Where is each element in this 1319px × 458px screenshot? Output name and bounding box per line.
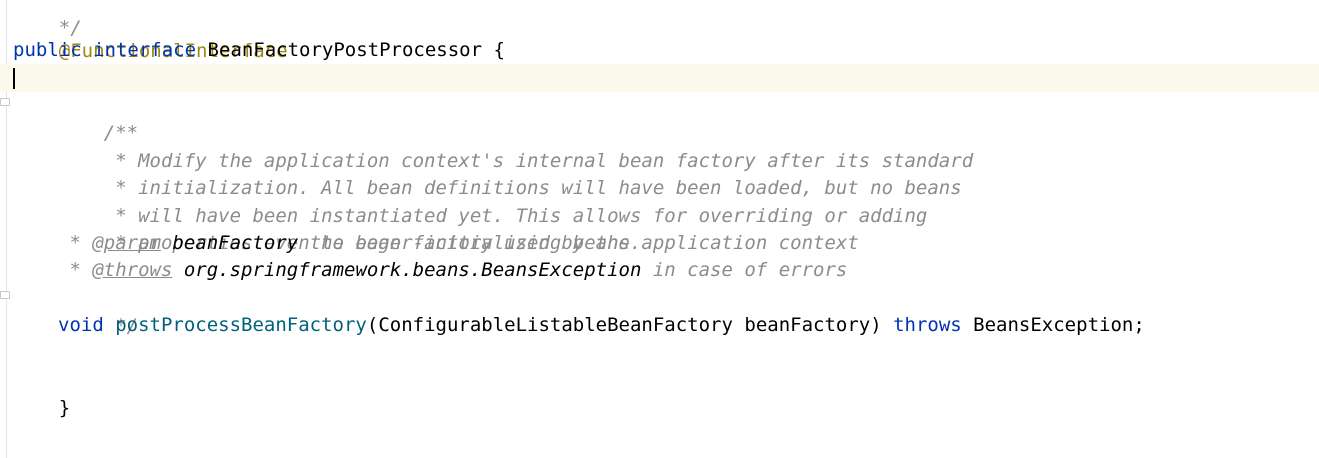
fold-collapse-icon[interactable] (0, 98, 10, 106)
code-line-javadoc-open: /** (13, 91, 138, 144)
code-line-interface-decl: public interface BeanFactoryPostProcesso… (13, 36, 505, 64)
interface-name: BeanFactoryPostProcessor (207, 39, 483, 61)
code-line-javadoc-2: * initialization. All bean definitions w… (13, 146, 962, 199)
method-name[interactable]: postProcessBeanFactory (115, 314, 367, 336)
fold-end-icon[interactable] (0, 291, 10, 299)
code-line-annotation: @FunctionalInterface (13, 9, 288, 62)
code-line-closing-brace: } (13, 366, 70, 419)
keyword-throws: throws (893, 314, 962, 336)
code-line-javadoc-close: */ (13, 284, 138, 337)
javadoc-param-prefix: * (58, 232, 93, 254)
javadoc-throws-prefix: * (58, 259, 93, 281)
javadoc-param-desc: the bean factory used by the application… (298, 232, 859, 254)
keyword-interface: interface (93, 39, 197, 61)
code-line-javadoc-1: * Modify the application context's inter… (13, 119, 973, 172)
method-exception: BeansException; (961, 314, 1145, 336)
keyword-public: public (13, 39, 82, 61)
javadoc-throws-desc: in case of errors (641, 259, 848, 281)
closing-brace: } (58, 397, 71, 419)
current-line-highlight (0, 64, 1319, 92)
code-line-method-decl: void postProcessBeanFactory(Configurable… (13, 311, 1145, 339)
code-line-javadoc-throws: * @throws org.springframework.beans.Bean… (13, 256, 847, 284)
javadoc-param-name: beanFactory (172, 232, 299, 254)
method-params: (ConfigurableListableBeanFactory beanFac… (366, 314, 894, 336)
code-line-javadoc-param: * @param beanFactory the bean factory us… (13, 229, 859, 257)
code-line-javadoc-4: * properties even to eager-initializing … (13, 201, 641, 254)
javadoc-throws-tag[interactable]: @throws (92, 259, 172, 281)
javadoc-param-tag[interactable]: @param (92, 232, 161, 254)
code-line-javadoc-3: * will have been instantiated yet. This … (13, 174, 927, 227)
code-editor[interactable]: */ @FunctionalInterface public interface… (0, 0, 1319, 458)
open-brace: { (493, 39, 505, 61)
keyword-void: void (58, 314, 104, 336)
javadoc-throws-type[interactable]: org.springframework.beans.BeansException (184, 259, 642, 281)
